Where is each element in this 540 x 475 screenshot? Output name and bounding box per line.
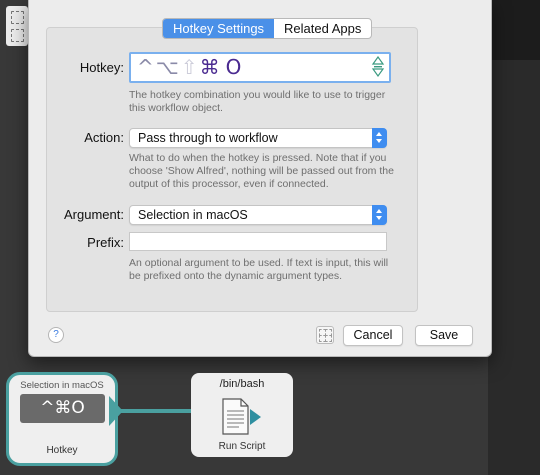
- tab-hotkey-settings[interactable]: Hotkey Settings: [163, 19, 275, 38]
- node-hotkey-combo: ^⌘O: [20, 394, 105, 423]
- prefix-label: Prefix:: [87, 235, 124, 250]
- hotkey-help: The hotkey combination you would like to…: [129, 89, 386, 114]
- action-value: Pass through to workflow: [138, 131, 278, 145]
- cancel-button[interactable]: Cancel: [343, 325, 403, 346]
- script-document-icon: [222, 398, 261, 435]
- argument-label: Argument:: [64, 207, 124, 222]
- help-button[interactable]: ?: [48, 327, 64, 343]
- hotkey-field[interactable]: ^⌥⇧⌘ O: [129, 52, 391, 83]
- triangle-stack-icon: [371, 55, 385, 78]
- tab-related-apps[interactable]: Related Apps: [274, 19, 371, 38]
- chevron-updown-icon: [372, 205, 387, 225]
- modifier-control-option: ^⌥: [137, 55, 181, 79]
- run-script-node[interactable]: /bin/bash Run Script: [191, 373, 293, 457]
- dashed-square-icon: [11, 29, 24, 42]
- hotkey-mode-icon[interactable]: [371, 55, 385, 79]
- node-script-language: /bin/bash: [219, 378, 265, 390]
- node-argument-tag: Selection in macOS: [20, 380, 104, 391]
- modifier-command: ⌘: [199, 55, 222, 79]
- prefix-input[interactable]: [129, 232, 387, 251]
- modifier-shift: ⇧: [180, 55, 200, 79]
- hotkey-combination: ^⌥⇧⌘ O: [137, 55, 243, 79]
- save-button[interactable]: Save: [415, 325, 473, 346]
- hotkey-settings-dialog: Hotkey Settings Related Apps Hotkey: ^⌥⇧…: [28, 0, 492, 357]
- selection-tool-icon[interactable]: [6, 6, 28, 46]
- node-caption: Run Script: [218, 441, 266, 452]
- canvas-edge-dark: [488, 0, 540, 60]
- tab-bar: Hotkey Settings Related Apps: [162, 18, 373, 39]
- hotkey-key: O: [225, 55, 244, 79]
- chevron-updown-icon: [372, 128, 387, 148]
- grid-view-button[interactable]: [316, 326, 334, 344]
- connection-line[interactable]: [121, 409, 191, 413]
- node-caption: Hotkey: [46, 445, 78, 456]
- canvas-edge: [488, 60, 540, 475]
- hotkey-trigger-node[interactable]: Selection in macOS ^⌘O Hotkey: [6, 372, 118, 466]
- action-select[interactable]: Pass through to workflow: [129, 128, 387, 148]
- action-label: Action:: [84, 130, 124, 145]
- action-help: What to do when the hotkey is pressed. N…: [129, 152, 394, 190]
- grid-icon: [325, 335, 332, 342]
- argument-select[interactable]: Selection in macOS: [129, 205, 387, 225]
- hotkey-label: Hotkey:: [79, 60, 124, 75]
- argument-value: Selection in macOS: [138, 208, 248, 222]
- dashed-square-icon: [11, 11, 24, 24]
- prefix-help: An optional argument to be used. If text…: [129, 257, 389, 282]
